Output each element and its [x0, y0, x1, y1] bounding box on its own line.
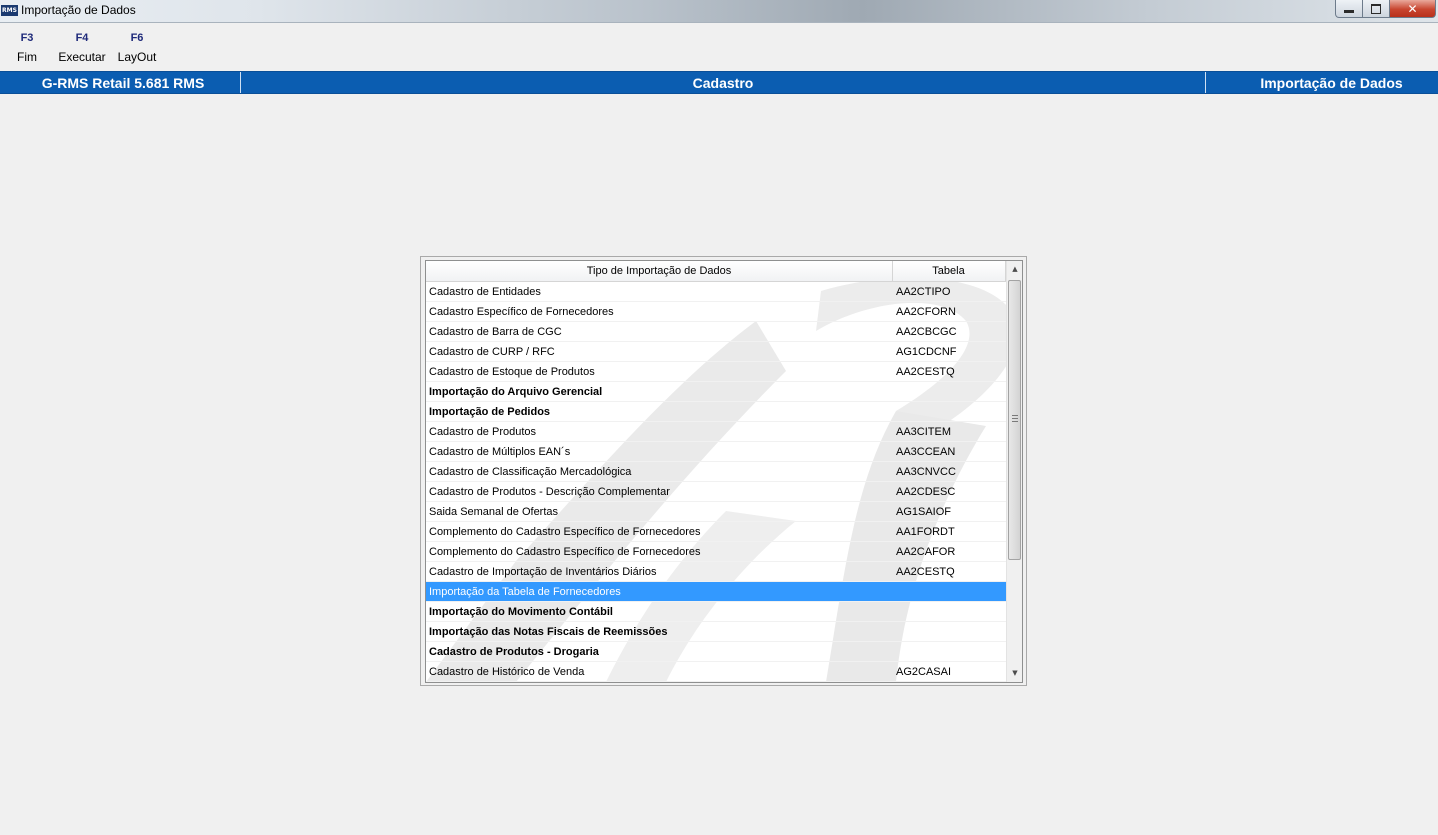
table-row[interactable]: Importação de Pedidos: [426, 402, 1006, 422]
import-type-panel: Tipo de Importação de Dados Tabela Cadas…: [420, 256, 1027, 686]
cell-tipo: Cadastro de Produtos: [429, 426, 537, 438]
cell-tabela: AG2CASAI: [896, 666, 952, 678]
cell-tabela: AA2CFORN: [896, 306, 956, 318]
cell-tabela: AA2CAFOR: [896, 546, 956, 558]
cell-tabela: AA2CESTQ: [896, 566, 955, 578]
function-key-label: F4: [75, 32, 89, 44]
f6-layout-button[interactable]: F6 LayOut: [115, 31, 159, 64]
cell-tipo: Complemento do Cadastro Específico de Fo…: [429, 546, 701, 558]
cell-tabela: AA3CITEM: [896, 426, 952, 438]
cell-tipo: Cadastro de Produtos - Drogaria: [429, 646, 599, 658]
table-row[interactable]: Cadastro de Importação de Inventários Di…: [426, 562, 1006, 582]
cell-tipo: Complemento do Cadastro Específico de Fo…: [429, 526, 701, 538]
cell-tabela: AG1CDCNF: [896, 346, 957, 358]
f3-fim-button[interactable]: F3 Fim: [12, 31, 42, 64]
table-row[interactable]: Importação da Tabela de Fornecedores: [426, 582, 1006, 602]
cell-tabela: AG1SAIOF: [896, 506, 952, 518]
cell-tabela: AA2CESTQ: [896, 366, 955, 378]
cell-tabela: AA3CCEAN: [896, 446, 956, 458]
cell-tipo: Cadastro de Entidades: [429, 286, 541, 298]
cell-tipo: Cadastro de Estoque de Produtos: [429, 366, 595, 378]
scroll-up-arrow-icon[interactable]: ▲: [1007, 261, 1022, 278]
restore-button[interactable]: [1362, 0, 1390, 18]
minimize-icon: [1344, 10, 1354, 13]
scrollbar-thumb[interactable]: [1008, 280, 1021, 560]
cell-tipo: Saida Semanal de Ofertas: [429, 506, 559, 518]
table-row[interactable]: Cadastro de Classificação Mercadológica A…: [426, 462, 1006, 482]
grid-header: Tipo de Importação de Dados Tabela: [426, 261, 1006, 282]
scroll-down-arrow-icon[interactable]: ▼: [1007, 665, 1022, 682]
grip-icon: [1012, 415, 1018, 422]
table-row[interactable]: Cadastro de CURP / RFC AG1CDCNF: [426, 342, 1006, 362]
table-row[interactable]: Complemento do Cadastro Específico de Fo…: [426, 542, 1006, 562]
table-row[interactable]: Complemento do Cadastro Específico de Fo…: [426, 522, 1006, 542]
column-header-tabela[interactable]: Tabela: [893, 261, 1004, 281]
system-version-label: G-RMS Retail 5.681 RMS: [41, 75, 205, 91]
table-row[interactable]: Cadastro de Histórico de Venda AG2CASAI: [426, 662, 1006, 682]
cell-tipo: Importação do Arquivo Gerencial: [429, 386, 603, 398]
cell-tabela: AA2CDESC: [896, 486, 956, 498]
window-title-bar[interactable]: RMS Importação de Dados ✕: [0, 0, 1438, 23]
app-logo-icon: RMS: [1, 5, 18, 16]
cell-tipo: Cadastro de Produtos - Descrição Complem…: [429, 486, 670, 498]
vertical-scrollbar[interactable]: ▲ ▼: [1006, 261, 1022, 682]
function-action-label: LayOut: [117, 50, 157, 64]
grid-rows: Cadastro de Entidades AA2CTIPO Cadastro Es…: [426, 282, 1006, 682]
cell-tipo: Importação das Notas Fiscais de Reemissõ…: [429, 626, 668, 638]
table-row[interactable]: Importação do Arquivo Gerencial: [426, 382, 1006, 402]
table-row[interactable]: Cadastro de Produtos - Drogaria: [426, 642, 1006, 662]
function-key-label: F3: [20, 32, 34, 44]
cell-tabela: AA3CNVCC: [896, 466, 956, 478]
restore-icon: [1371, 3, 1381, 14]
cell-tipo: Importação do Movimento Contábil: [429, 606, 613, 618]
cell-tipo: Importação de Pedidos: [429, 406, 551, 418]
cell-tipo: Importação da Tabela de Fornecedores: [429, 586, 621, 598]
window-title: Importação de Dados: [21, 3, 136, 17]
table-row[interactable]: Importação das Notas Fiscais de Reemissõ…: [426, 622, 1006, 642]
module-header-bar: G-RMS Retail 5.681 RMS Cadastro Importaç…: [0, 71, 1438, 94]
cell-tipo: Cadastro de CURP / RFC: [429, 346, 555, 358]
cell-tipo: Cadastro de Barra de CGC: [429, 326, 562, 338]
table-row[interactable]: Cadastro de Produtos AA3CITEM: [426, 422, 1006, 442]
cell-tipo: Cadastro de Histórico de Venda: [429, 666, 585, 678]
cell-tipo: Cadastro de Importação de Inventários Di…: [429, 566, 657, 578]
table-row[interactable]: Cadastro Específico de Fornecedores AA2CF…: [426, 302, 1006, 322]
cell-tabela: AA1FORDT: [896, 526, 955, 538]
table-row[interactable]: Cadastro de Entidades AA2CTIPO: [426, 282, 1006, 302]
cell-tipo: Cadastro de Classificação Mercadológica: [429, 466, 632, 478]
function-key-label: F6: [130, 32, 144, 44]
table-row[interactable]: Cadastro de Barra de CGC AA2CBCGC: [426, 322, 1006, 342]
table-row[interactable]: Importação do Movimento Contábil: [426, 602, 1006, 622]
minimize-button[interactable]: [1335, 0, 1363, 18]
f4-executar-button[interactable]: F4 Executar: [57, 31, 107, 64]
cell-tabela: AA2CTIPO: [896, 286, 951, 298]
table-row[interactable]: Cadastro de Múltiplos EAN´s AA3CCEAN: [426, 442, 1006, 462]
cell-tipo: Cadastro de Múltiplos EAN´s: [429, 446, 571, 458]
close-icon: ✕: [1407, 1, 1418, 16]
table-row[interactable]: Cadastro de Produtos - Descrição Complem…: [426, 482, 1006, 502]
cell-tabela: AA2CBCGC: [896, 326, 957, 338]
function-action-label: Fim: [17, 50, 37, 64]
module-name-label: Cadastro: [692, 75, 754, 91]
column-header-tipo[interactable]: Tipo de Importação de Dados: [426, 261, 892, 281]
close-button[interactable]: ✕: [1389, 0, 1436, 18]
function-action-label: Executar: [58, 50, 106, 64]
screen-name-label: Importação de Dados: [1260, 75, 1403, 91]
table-row[interactable]: Cadastro de Estoque de Produtos AA2CESTQ: [426, 362, 1006, 382]
cell-tipo: Cadastro Específico de Fornecedores: [429, 306, 614, 318]
import-type-grid[interactable]: Tipo de Importação de Dados Tabela Cadas…: [425, 260, 1023, 683]
table-row[interactable]: Saida Semanal de Ofertas AG1SAIOF: [426, 502, 1006, 522]
